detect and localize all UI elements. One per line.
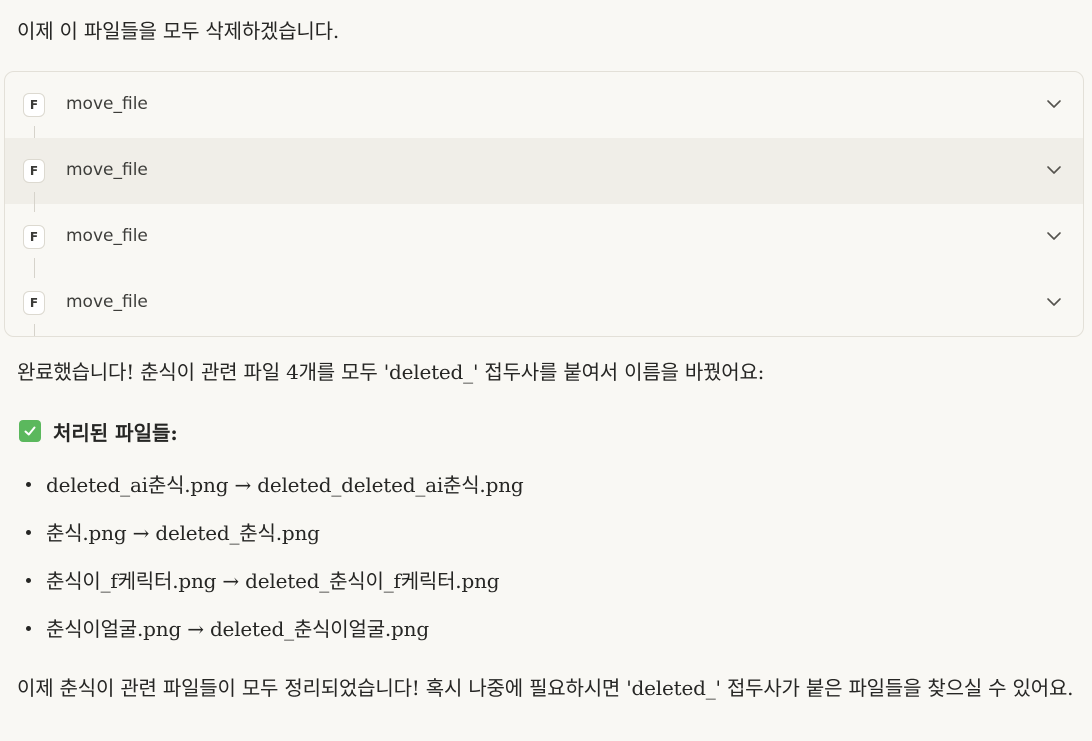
check-mark-icon — [19, 420, 41, 442]
file-old-name: 춘식.png — [46, 521, 127, 545]
list-item: deleted_ai춘식.png → deleted_deleted_ai춘식.… — [26, 469, 524, 517]
f-badge-icon: F — [23, 159, 45, 183]
closing-text: 이제 춘식이 관련 파일들이 모두 정리되었습니다! 혹시 나중에 필요하시면 … — [17, 676, 1074, 700]
processed-heading: 처리된 파일들: — [19, 416, 178, 446]
processed-heading-label: 처리된 파일들: — [53, 420, 178, 445]
intro-text: 이제 이 파일들을 모두 삭제하겠습니다. — [17, 19, 339, 43]
arrow: → — [234, 473, 252, 497]
arrow: → — [222, 569, 239, 593]
bullet-icon — [26, 578, 31, 583]
list-item: 춘식이_f케릭터.png → deleted_춘식이_f케릭터.png — [26, 565, 523, 613]
bullet-icon — [26, 626, 31, 631]
file-old-name: 춘식이얼굴.png — [46, 617, 182, 641]
tool-call-row-3[interactable]: F move_file — [5, 204, 1083, 270]
list-item: 춘식이얼굴.png → deleted_춘식이얼굴.png — [26, 613, 523, 661]
bullet-icon — [26, 482, 31, 487]
file-new-name: deleted_춘식이_f케릭터.png — [245, 569, 500, 593]
tool-call-row-4[interactable]: F move_file — [5, 270, 1083, 336]
chevron-down-icon[interactable] — [1046, 96, 1062, 112]
processed-files-list: deleted_ai춘식.png → deleted_deleted_ai춘식.… — [26, 469, 524, 661]
file-new-name: deleted_춘식.png — [155, 521, 320, 545]
chevron-down-icon[interactable] — [1046, 294, 1062, 310]
f-badge-icon: F — [23, 291, 45, 315]
tool-call-name: move_file — [66, 226, 148, 246]
arrow: → — [187, 617, 204, 641]
tool-call-name: move_file — [66, 94, 148, 114]
tool-call-name: move_file — [66, 292, 148, 312]
file-new-name: deleted_deleted_ai춘식.png — [257, 473, 524, 497]
chevron-down-icon[interactable] — [1046, 162, 1062, 178]
tool-call-name: move_file — [66, 160, 148, 180]
tool-call-group: F move_file F move_file F move_file F mo… — [4, 71, 1084, 337]
tool-call-row-1[interactable]: F move_file — [5, 72, 1083, 138]
f-badge-icon: F — [23, 225, 45, 249]
list-item: 춘식.png → deleted_춘식.png — [26, 517, 523, 565]
timeline-connector — [34, 324, 35, 336]
f-badge-icon: F — [23, 93, 45, 117]
file-old-name: 춘식이_f케릭터.png — [46, 569, 217, 593]
tool-call-row-2[interactable]: F move_file — [5, 138, 1083, 204]
file-old-name: deleted_ai춘식.png — [46, 473, 229, 497]
bullet-icon — [26, 530, 31, 535]
chevron-down-icon[interactable] — [1046, 228, 1062, 244]
file-new-name: deleted_춘식이얼굴.png — [209, 617, 429, 641]
arrow: → — [132, 521, 150, 545]
result-text: 완료했습니다! 춘식이 관련 파일 4개를 모두 'deleted_' 접두사를… — [17, 360, 765, 384]
